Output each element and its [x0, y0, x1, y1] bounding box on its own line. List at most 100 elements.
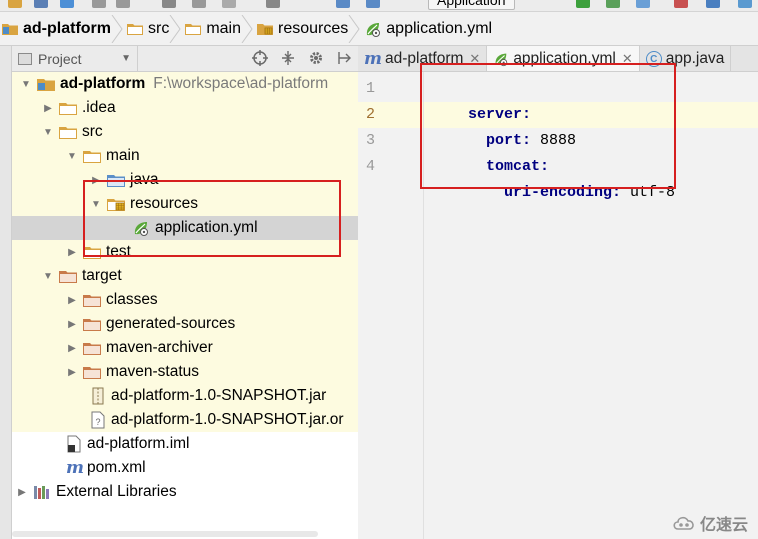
scrollbar-thumb[interactable]: [12, 531, 318, 537]
tree-item-generated-sources[interactable]: ▶ generated-sources: [12, 312, 358, 336]
breadcrumb-label: ad-platform: [23, 19, 111, 37]
folder-icon: [127, 22, 143, 35]
tree-item-label: ad-platform: [60, 75, 146, 92]
cut-icon[interactable]: [162, 0, 176, 8]
tree-item-label: classes: [106, 291, 158, 308]
tree-item-label: generated-sources: [106, 315, 236, 332]
tree-item-idea[interactable]: ▶ .idea: [12, 96, 358, 120]
tree-item-pom[interactable]: m pom.xml: [12, 456, 358, 480]
tree-item-jar-original[interactable]: ? ad-platform-1.0-SNAPSHOT.jar.or: [12, 408, 358, 432]
tree-horizontal-scrollbar[interactable]: [12, 529, 358, 539]
jar-file-icon: [90, 387, 106, 405]
excluded-folder-icon: [83, 317, 101, 331]
tree-item-label: target: [82, 267, 122, 284]
tree-item-jar[interactable]: ad-platform-1.0-SNAPSHOT.jar: [12, 384, 358, 408]
folder-icon: [83, 149, 101, 163]
tree-item-label: ad-platform.iml: [87, 435, 190, 452]
breadcrumb-label: application.yml: [386, 19, 493, 37]
expand-arrow-icon[interactable]: ▶: [66, 343, 78, 354]
paste-icon[interactable]: [222, 0, 236, 8]
chevron-down-icon: ▼: [121, 53, 131, 64]
maven-m-icon: m: [364, 49, 382, 69]
collapse-icon[interactable]: [280, 50, 296, 66]
project-view-dropdown[interactable]: Project ▼: [12, 45, 138, 72]
tree-item-label: src: [82, 123, 103, 140]
line-number: 1: [366, 80, 376, 97]
maven-m-icon: m: [66, 458, 84, 478]
coverage-icon[interactable]: [636, 0, 650, 8]
tree-item-iml[interactable]: ad-platform.iml: [12, 432, 358, 456]
pin-icon[interactable]: [336, 50, 352, 66]
expand-arrow-icon[interactable]: ▼: [66, 151, 78, 162]
expand-arrow-icon[interactable]: ▼: [42, 271, 54, 282]
tree-item-main[interactable]: ▼ main: [12, 144, 358, 168]
tree-item-label: pom.xml: [87, 459, 146, 476]
expand-arrow-icon[interactable]: ▼: [20, 79, 32, 90]
project-folder-icon: [2, 22, 18, 35]
excluded-folder-icon: [59, 269, 77, 283]
redo-icon[interactable]: [116, 0, 130, 8]
debug-icon[interactable]: [606, 0, 620, 8]
tool-window-strip[interactable]: [0, 46, 12, 539]
forward-icon[interactable]: [366, 0, 380, 8]
tree-item-label: .idea: [82, 99, 116, 116]
find-icon[interactable]: [266, 0, 280, 8]
tree-item-classes[interactable]: ▶ classes: [12, 288, 358, 312]
breadcrumb-item-resources[interactable]: resources: [247, 12, 360, 46]
expand-arrow-icon[interactable]: ▶: [66, 295, 78, 306]
unknown-file-icon: ?: [90, 411, 106, 429]
highlight-box-tree: [83, 180, 341, 257]
folder-icon: [59, 101, 77, 115]
run-configuration-dropdown[interactable]: Application: [428, 0, 515, 10]
gear-icon[interactable]: [308, 50, 324, 66]
project-tree[interactable]: ▼ ad-platform F:\workspace\ad-platform ▶…: [12, 72, 358, 539]
project-view-label: Project: [38, 50, 82, 67]
breadcrumb-item-main[interactable]: main: [175, 12, 253, 46]
excluded-folder-icon: [83, 341, 101, 355]
watermark: 亿速云: [672, 511, 748, 535]
save-icon[interactable]: [34, 0, 48, 8]
tree-item-src[interactable]: ▼ src: [12, 120, 358, 144]
target-icon[interactable]: [252, 50, 268, 66]
expand-arrow-icon[interactable]: ▶: [42, 103, 54, 114]
watermark-text: 亿速云: [699, 517, 748, 534]
line-number: 4: [366, 158, 376, 175]
copy-icon[interactable]: [192, 0, 206, 8]
project-structure-icon[interactable]: [706, 0, 720, 8]
breadcrumb-label: main: [206, 19, 242, 37]
line-number-gutter[interactable]: 1 2 3 4: [358, 72, 424, 539]
main-toolbar: Application: [0, 0, 758, 12]
run-icon[interactable]: [576, 0, 590, 8]
expand-arrow-icon[interactable]: ▶: [16, 487, 28, 498]
breadcrumb-item-application-yml[interactable]: application.yml: [354, 12, 498, 46]
cloud-logo-icon: [673, 516, 694, 530]
expand-arrow-icon[interactable]: ▶: [66, 247, 78, 258]
folder-icon: [185, 22, 202, 35]
tree-item-external-libraries[interactable]: ▶ External Libraries: [12, 480, 358, 504]
libraries-icon: [33, 485, 51, 499]
breadcrumb-item-project[interactable]: ad-platform: [0, 12, 123, 46]
tree-item-label: main: [106, 147, 140, 164]
spring-leaf-icon: [364, 20, 382, 38]
tree-item-maven-status[interactable]: ▶ maven-status: [12, 360, 358, 384]
line-number: 2: [366, 106, 376, 123]
expand-arrow-icon[interactable]: ▶: [66, 367, 78, 378]
tree-item-root[interactable]: ▼ ad-platform F:\workspace\ad-platform: [12, 72, 358, 96]
excluded-folder-icon: [83, 365, 101, 379]
undo-icon[interactable]: [92, 0, 106, 8]
tree-item-maven-archiver[interactable]: ▶ maven-archiver: [12, 336, 358, 360]
breadcrumb-item-src[interactable]: src: [117, 12, 181, 46]
back-icon[interactable]: [336, 0, 350, 8]
tree-item-target[interactable]: ▼ target: [12, 264, 358, 288]
breadcrumb-label: src: [148, 19, 170, 37]
sync-icon[interactable]: [60, 0, 74, 8]
expand-arrow-icon[interactable]: ▼: [42, 127, 54, 138]
sdk-icon[interactable]: [738, 0, 752, 8]
line-number: 3: [366, 132, 376, 149]
module-file-icon: [66, 435, 82, 453]
expand-arrow-icon[interactable]: ▶: [66, 319, 78, 330]
project-view-icon: [18, 52, 32, 65]
stop-icon[interactable]: [674, 0, 688, 8]
excluded-folder-icon: [83, 293, 101, 307]
open-folder-icon[interactable]: [8, 0, 22, 8]
